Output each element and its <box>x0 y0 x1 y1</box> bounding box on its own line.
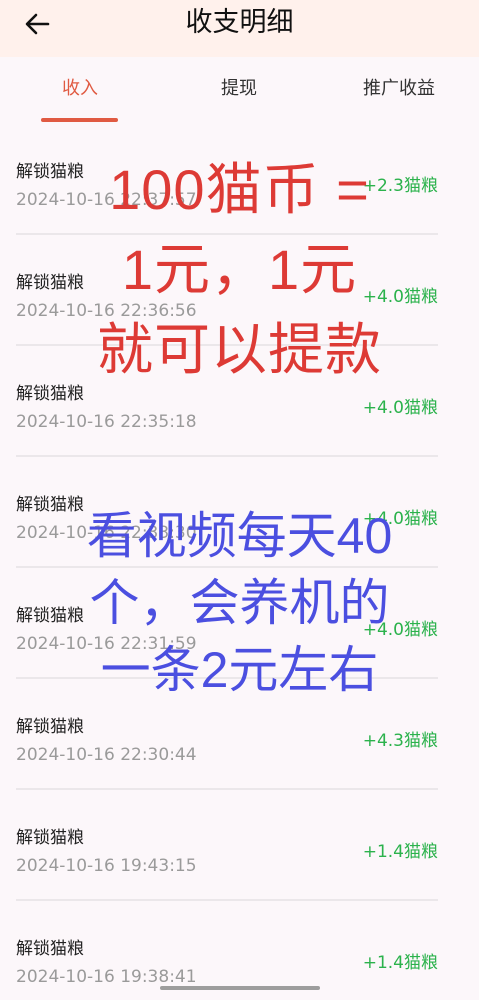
record-amount: +4.0猫粮 <box>362 509 438 529</box>
tab-promotion[interactable]: 推广收益 <box>339 74 459 104</box>
list-item[interactable]: 解锁猫粮 2024-10-16 22:33:30 +4.0猫粮 <box>16 457 438 568</box>
record-time: 2024-10-16 19:43:15 <box>16 856 197 876</box>
record-amount: +1.4猫粮 <box>362 953 438 973</box>
record-name: 解锁猫粮 <box>16 717 84 737</box>
home-indicator[interactable] <box>160 986 320 990</box>
record-name: 解锁猫粮 <box>16 606 84 626</box>
record-amount: +4.0猫粮 <box>362 287 438 307</box>
record-time: 2024-10-16 22:31:59 <box>16 634 197 654</box>
record-time: 2024-10-16 22:35:18 <box>16 412 197 432</box>
record-time: 2024-10-16 22:36:56 <box>16 301 197 321</box>
record-time: 2024-10-16 22:37:57 <box>16 190 197 210</box>
page-title: 收支明细 <box>185 7 294 38</box>
list-item[interactable]: 解锁猫粮 2024-10-16 22:36:56 +4.0猫粮 <box>16 235 438 346</box>
record-time: 2024-10-16 22:33:30 <box>16 523 197 543</box>
list-item[interactable]: 解锁猫粮 2024-10-16 22:31:59 +4.0猫粮 <box>16 568 438 679</box>
record-amount: +4.3猫粮 <box>362 731 438 751</box>
record-name: 解锁猫粮 <box>16 939 84 959</box>
active-tab-indicator <box>41 118 118 122</box>
list-item[interactable]: 解锁猫粮 2024-10-16 22:35:18 +4.0猫粮 <box>16 346 438 457</box>
record-name: 解锁猫粮 <box>16 384 84 404</box>
tab-bar: 收入 提现 推广收益 <box>0 60 479 124</box>
list-item[interactable]: 解锁猫粮 2024-10-16 22:37:57 +2.3猫粮 <box>16 124 438 235</box>
record-time: 2024-10-16 22:30:44 <box>16 745 197 765</box>
record-amount: +4.0猫粮 <box>362 620 438 640</box>
record-name: 解锁猫粮 <box>16 495 84 515</box>
record-name: 解锁猫粮 <box>16 828 84 848</box>
top-bar: 收支明细 <box>0 0 479 57</box>
record-name: 解锁猫粮 <box>16 162 84 182</box>
list-item[interactable]: 解锁猫粮 2024-10-16 22:30:44 +4.3猫粮 <box>16 679 438 790</box>
record-amount: +4.0猫粮 <box>362 398 438 418</box>
record-amount: +1.4猫粮 <box>362 842 438 862</box>
income-detail-page: 收支明细 收入 提现 推广收益 解锁猫粮 2024-10-16 22:37:57… <box>0 0 479 1000</box>
list-item[interactable]: 解锁猫粮 2024-10-16 19:43:15 +1.4猫粮 <box>16 790 438 901</box>
tab-income[interactable]: 收入 <box>20 74 140 104</box>
record-name: 解锁猫粮 <box>16 273 84 293</box>
record-amount: +2.3猫粮 <box>362 176 438 196</box>
tab-withdraw[interactable]: 提现 <box>179 74 299 104</box>
